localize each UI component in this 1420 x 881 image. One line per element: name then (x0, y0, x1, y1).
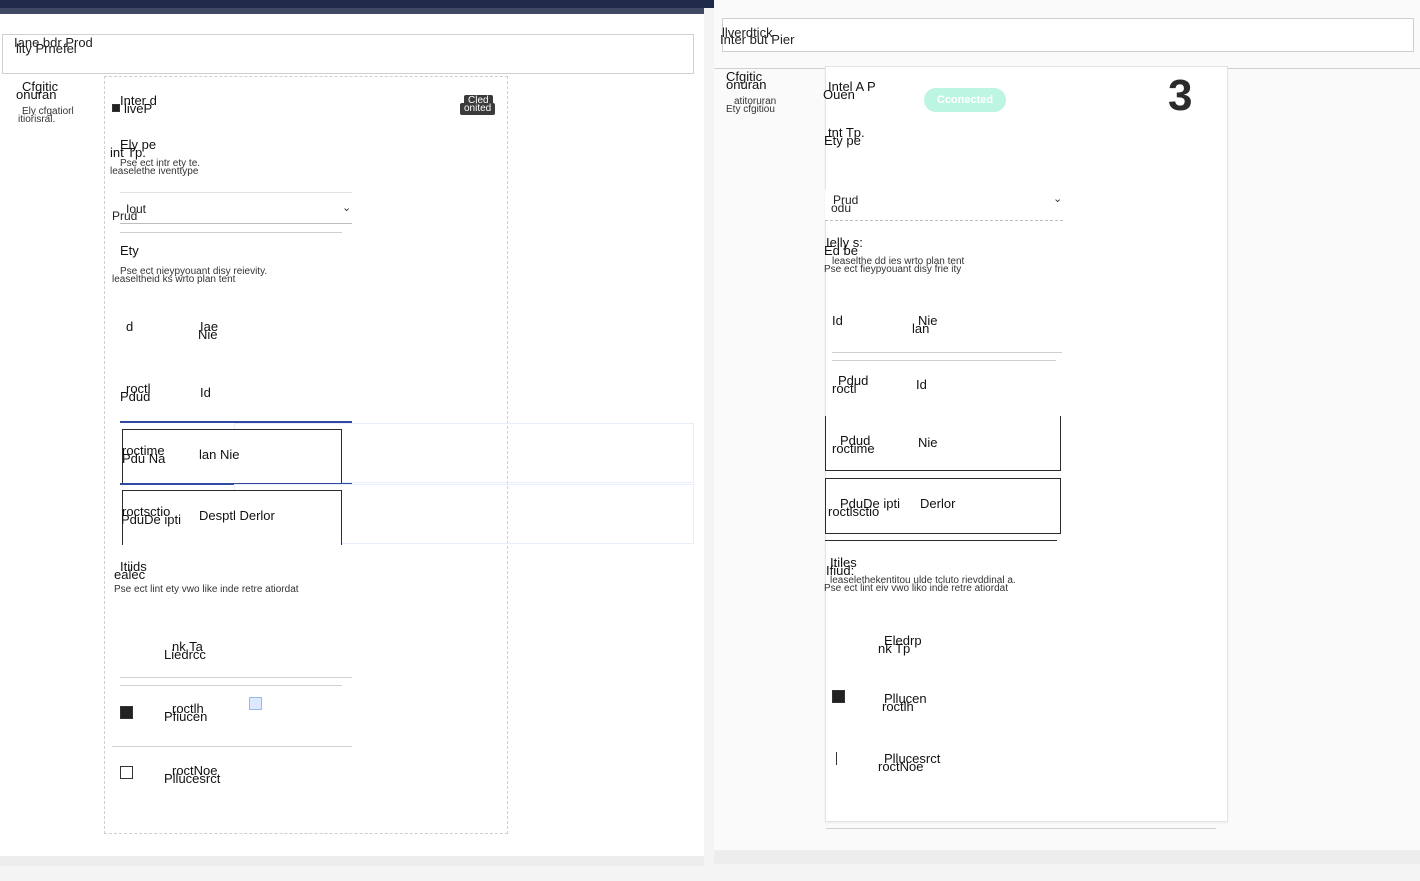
left-status-dot-icon (112, 104, 120, 112)
right-field-row-1-b: roctl (832, 381, 857, 396)
left-event-type-select[interactable]: Iout Prud ⌄ (112, 192, 352, 224)
right-list-item-0-b: roctlh (882, 699, 914, 714)
left-field-row-3-b: PduDe ipti (121, 512, 181, 527)
right-divider-3 (825, 540, 1057, 541)
chevron-down-icon: ⌄ (1053, 193, 1063, 205)
right-select-value-2: odu (831, 201, 852, 215)
left-field-row-2-b: Pdu Na (122, 451, 166, 466)
right-sidebar-desc-2: Ety cfgitiou (726, 104, 775, 115)
right-divider (832, 352, 1062, 353)
left-divider (120, 232, 342, 233)
right-footer-divider (826, 828, 1216, 829)
left-field-row-3-c: Desptl Derlor (199, 508, 275, 523)
left-sidebar-desc-2: itiorisral. (18, 114, 56, 125)
left-checkbox-checked[interactable] (120, 706, 133, 719)
left-field-row-0-c: Nie (198, 327, 218, 342)
left-select-value-2: Prud (112, 209, 138, 223)
right-connected-badge: Cconected (924, 88, 1006, 112)
right-header-subtitle: Inter but Pier (720, 32, 795, 47)
right-checkbox-unchecked[interactable] (836, 752, 849, 765)
left-list-item-1-b: Pllucesrct (164, 771, 221, 786)
left-bottom-scrollbar[interactable] (0, 856, 704, 866)
right-card-title-2: Ouen (823, 87, 855, 102)
left-section-event-type-desc-2: leaselethe iventtype (110, 166, 199, 177)
left-pane: Iane bdr Prod lity Prnefel Cfgitic onura… (0, 14, 704, 856)
left-field-row-2-c: lan Nie (199, 447, 240, 462)
left-list-divider (120, 677, 352, 678)
right-section-event-type-label-2: Ety pe (824, 133, 861, 148)
right-field-row-1-c: Id (916, 377, 927, 392)
right-field-row-2-c: Nie (918, 435, 938, 450)
left-list-divider-3 (112, 746, 352, 747)
left-section-options-desc: Pse ect lint ety vwo like inde retre ati… (114, 584, 299, 595)
right-field-row-2-b: roctime (832, 441, 875, 456)
left-card-title-2: liveP (124, 101, 153, 116)
right-field-row-0-a: Id (832, 313, 843, 328)
left-status-badge-2[interactable]: onited (460, 103, 496, 115)
left-header (2, 34, 694, 74)
right-sidebar-title-2: onuran (726, 77, 767, 92)
left-checkbox-unchecked[interactable] (120, 766, 133, 779)
left-field-row-1-c: Id (200, 385, 211, 400)
right-section-options-desc-2: Pse ect lint eiv vwo liko inde retre ati… (824, 583, 1008, 594)
right-pane: llverdtick Inter but Pier Cfgitic onuran… (714, 0, 1420, 850)
left-sidebar-title-2: onuran (16, 87, 57, 102)
right-bottom-scrollbar[interactable] (714, 850, 1420, 864)
left-header-subtitle: lity Prnefel (16, 41, 77, 56)
right-field-row-3-b: roctlsctio (828, 504, 880, 519)
right-count-indicator: 3 (1168, 71, 1193, 120)
left-list-item-0-b: Pfiucen (164, 709, 208, 724)
right-checkbox-checked[interactable] (832, 690, 845, 703)
left-field-row-0-a: d (126, 319, 134, 334)
left-field-row-2[interactable]: roctime Pdu Na lan Nie (122, 429, 342, 485)
right-field-row-3[interactable]: PduDe ipti roctlsctio Derlor (825, 478, 1061, 534)
top-accent-bar (0, 0, 720, 8)
right-field-row-2[interactable]: Pdud roctime Nie (825, 416, 1061, 471)
right-event-type-select[interactable]: Prud odu ⌄ (825, 190, 1063, 221)
right-header (722, 18, 1414, 52)
right-section-fields-desc-2: Pse ect fieypyouant disy frie ity (824, 264, 962, 275)
right-list-item-1-b: roctNoe (878, 759, 924, 774)
left-field-row-3[interactable]: roctsctio PduDe ipti Desptl Derlor (121, 490, 342, 545)
right-divider-2 (832, 360, 1056, 361)
left-list-divider-2 (120, 685, 342, 686)
right-field-row-3-c: Derlor (920, 496, 956, 511)
left-field-row-1-b: Pdud (120, 389, 151, 404)
right-field-row-0-c: lan (912, 321, 930, 336)
right-list-header-b: nk Tp (878, 641, 911, 656)
left-list-header-b: Liedrcc (164, 647, 206, 662)
left-section-fields-desc-2: leaseltheid ks wrto plan tent (112, 274, 236, 285)
left-checkbox-ghost (249, 697, 262, 710)
chevron-down-icon: ⌄ (342, 202, 352, 214)
left-section-fields-label: Ety (120, 243, 139, 258)
left-section-options-label-2: ealec (114, 567, 146, 582)
